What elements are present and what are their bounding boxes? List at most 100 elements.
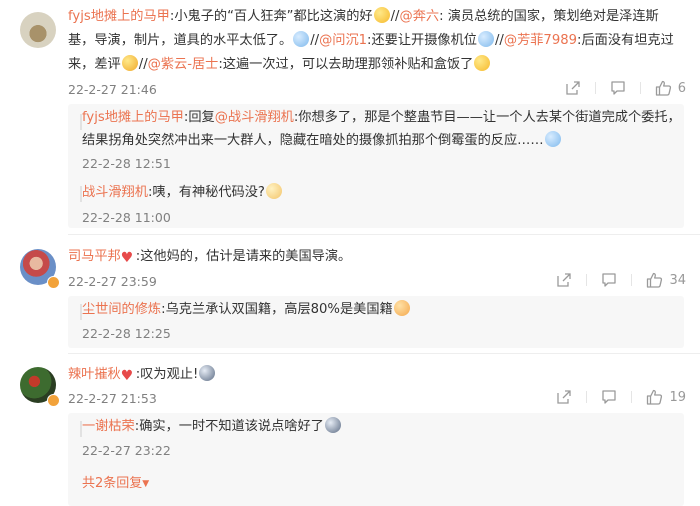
share-icon <box>566 81 580 95</box>
reply-text: 结果拐角处突然冲出来一大群人，隐藏在暗处的摄像抓拍那个倒霉蛋的反应…… <box>82 133 544 148</box>
reply-list: fyjs地摊上的马甲:回复@战斗滑翔机:你想多了，那是个整蛊节目——让一个人去某… <box>68 104 684 228</box>
verified-badge-icon <box>47 394 60 407</box>
laugh-cry-emoji-icon <box>544 131 561 147</box>
comment-text: :这他妈的，估计是请来的美国导演。 <box>135 249 352 264</box>
like-button[interactable]: 34 <box>646 272 686 288</box>
more-replies-label: 共2条回复 <box>82 476 143 491</box>
reply-button[interactable] <box>601 272 617 288</box>
reply-text: :乌克兰承认双国籍，高层80%是美国籍 <box>161 302 393 317</box>
comment-time: 22-2-27 21:53 <box>68 391 157 406</box>
smile-emoji-icon <box>373 7 390 23</box>
comment-text: 来，差评 <box>68 57 121 72</box>
like-icon <box>647 389 663 405</box>
weep-emoji-icon <box>393 300 410 316</box>
like-button[interactable]: 19 <box>646 389 686 405</box>
reply-time: 22-2-28 12:51 <box>82 156 171 171</box>
reply-time: 22-2-28 11:00 <box>82 210 171 225</box>
reply-text-line: 尘世间的修炼:乌克兰承认双国籍，高层80%是美国籍 <box>82 299 411 321</box>
repost-separator: // <box>138 57 148 72</box>
reply-list: 尘世间的修炼:乌克兰承认双国籍，高层80%是美国籍 22-2-28 12:25 <box>68 296 684 348</box>
comment-username[interactable]: fyjs地摊上的马甲 <box>68 9 170 24</box>
verified-badge-icon <box>47 276 60 289</box>
divider <box>586 274 588 286</box>
share-icon <box>557 390 572 404</box>
comment-text: :后面没有坦克过 <box>577 33 674 48</box>
comment-text: :叹为观止! <box>135 367 199 382</box>
shocked-emoji-icon <box>324 417 341 433</box>
like-button[interactable]: 6 <box>655 80 686 96</box>
divider <box>594 82 596 94</box>
mention-link[interactable]: @战斗滑翔机 <box>215 110 294 125</box>
mention-link[interactable]: @紫云-居士 <box>148 57 219 72</box>
heart-emoji-icon: ♥ <box>120 250 134 266</box>
reply-text-line: 结果拐角处突然冲出来一大群人，隐藏在暗处的摄像抓拍那个倒霉蛋的反应…… <box>82 130 562 152</box>
laugh-cry-emoji-icon <box>293 31 310 47</box>
like-icon <box>647 272 663 288</box>
comment-text-line: 来，差评 //@紫云-居士:这遍一次过，可以去助理那领补贴和盒饭了 <box>68 54 491 76</box>
like-count: 6 <box>677 80 686 96</box>
comment-text-line: 辣叶摧秋♥:叹为观止! <box>68 364 216 386</box>
reply-time: 22-2-27 23:22 <box>82 443 171 458</box>
comment-text: :还要让开摄像机位 <box>367 33 477 48</box>
share-button[interactable] <box>565 80 581 96</box>
shocked-emoji-icon <box>199 365 216 381</box>
reply-text-line: fyjs地摊上的马甲:回复@战斗滑翔机:你想多了，那是个整蛊节目——让一个人去某… <box>82 107 681 129</box>
mention-link[interactable]: @问沉1 <box>319 33 367 48</box>
avatar[interactable] <box>20 12 56 48</box>
comment-time: 22-2-27 23:59 <box>68 274 157 289</box>
reply-icon <box>602 273 617 287</box>
reply-username[interactable]: fyjs地摊上的马甲 <box>82 110 184 125</box>
yawn-emoji-icon <box>265 183 282 199</box>
mention-link[interactable]: @奔六 <box>400 9 440 24</box>
comment-divider <box>68 353 700 354</box>
share-button[interactable] <box>556 389 572 405</box>
reply-icon <box>602 390 617 404</box>
reply-username[interactable]: 一谢枯荣 <box>82 419 135 434</box>
comment-time: 22-2-27 21:46 <box>68 82 157 97</box>
share-button[interactable] <box>556 272 572 288</box>
comment-text: 基，导演，制片，道具的水平太低了。 <box>68 33 293 48</box>
reply-username[interactable]: 战斗滑翔机 <box>82 185 148 200</box>
like-icon <box>655 80 671 96</box>
repost-separator: // <box>310 33 320 48</box>
more-replies-link[interactable]: 共2条回复▼ <box>82 472 149 491</box>
comment-actions: 19 <box>556 389 686 405</box>
repost-separator: // <box>390 9 400 24</box>
share-icon <box>557 273 572 287</box>
reply-text-line: 一谢枯荣:确实，一时不知道该说点啥好了 <box>82 416 342 438</box>
comment-username[interactable]: 辣叶摧秋 <box>68 367 121 382</box>
reply-text-line: 战斗滑翔机:咦，有神秘代码没? <box>82 182 283 204</box>
reply-time: 22-2-28 12:25 <box>82 326 171 341</box>
repost-separator: // <box>494 33 504 48</box>
comment-text-line: 基，导演，制片，道具的水平太低了。//@问沉1:还要让开摄像机位//@芳菲798… <box>68 30 674 52</box>
comment-divider <box>68 234 700 235</box>
divider <box>639 82 641 94</box>
reply-list: 一谢枯荣:确实，一时不知道该说点啥好了 22-2-27 23:22 <box>68 413 684 506</box>
caret-down-icon: ▼ <box>142 479 150 489</box>
comment-text: :小鬼子的“百人狂奔”都比这演的好 <box>169 9 373 24</box>
reply-button[interactable] <box>601 389 617 405</box>
panic-emoji-icon <box>121 55 138 71</box>
reply-text: :咦，有神秘代码没? <box>147 185 265 200</box>
comment-text-line: fyjs地摊上的马甲:小鬼子的“百人狂奔”都比这演的好 //@奔六: 演员总统的国… <box>68 6 659 28</box>
comment-text: : 演员总统的国家，策划绝对是泽连斯 <box>439 9 659 24</box>
reply-button[interactable] <box>610 80 626 96</box>
mention-link[interactable]: @芳菲7989 <box>504 33 577 48</box>
divider <box>631 274 633 286</box>
like-count: 34 <box>669 272 686 288</box>
reply-username[interactable]: 尘世间的修炼 <box>82 302 161 317</box>
smile-emoji-icon <box>474 55 491 71</box>
comment-text-line: 司马平邦♥:这他妈的，估计是请来的美国导演。 <box>68 246 351 268</box>
comment-username[interactable]: 司马平邦 <box>68 249 121 264</box>
reply-text: :确实，一时不知道该说点啥好了 <box>134 419 324 434</box>
comment-text: :这遍一次过，可以去助理那领补贴和盒饭了 <box>218 57 474 72</box>
comment-actions: 6 <box>565 80 686 96</box>
reply-icon <box>611 81 625 95</box>
reply-text: :你想多了，那是个整蛊节目——让一个人去某个街道完成个委托， <box>293 110 681 125</box>
divider <box>586 391 588 403</box>
laugh-cry-emoji-icon <box>477 31 494 47</box>
reply-text: :回复 <box>183 110 215 125</box>
heart-emoji-icon: ♥ <box>120 368 134 384</box>
like-count: 19 <box>669 389 686 405</box>
comment-actions: 34 <box>556 272 686 288</box>
